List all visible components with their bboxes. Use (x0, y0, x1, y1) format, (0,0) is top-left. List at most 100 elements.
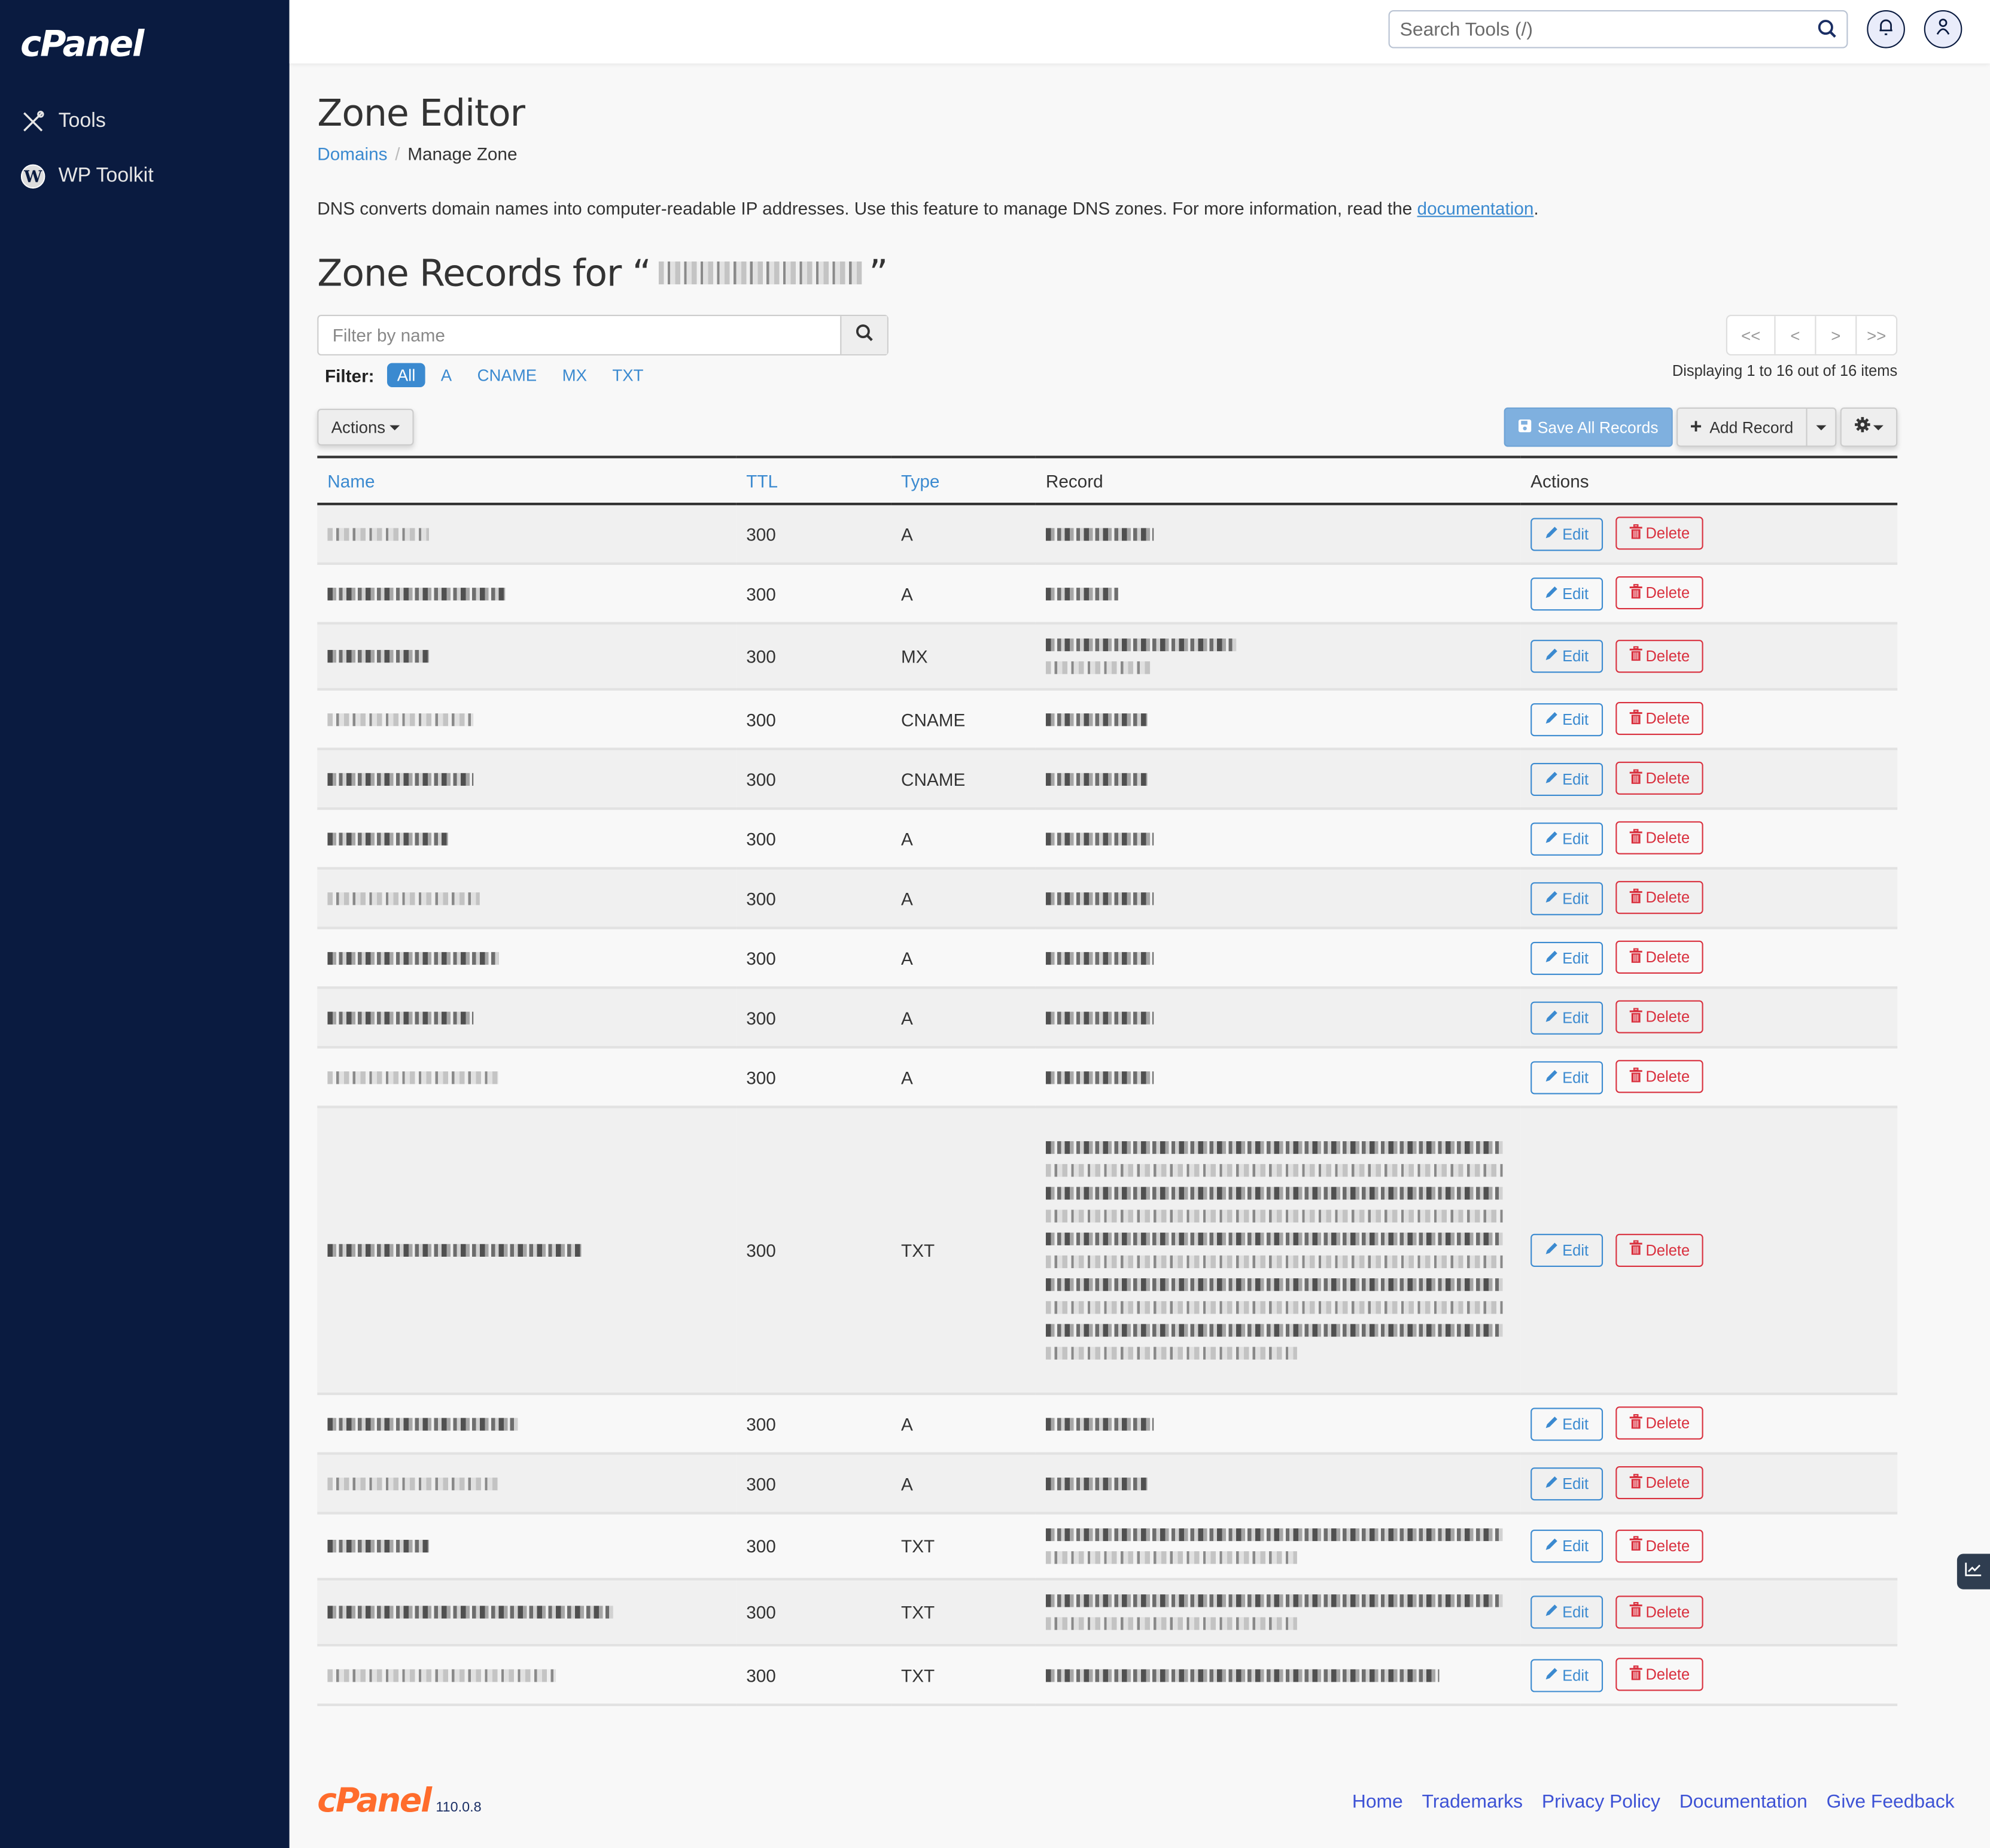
record-name-cell (317, 504, 737, 565)
edit-label: Edit (1562, 648, 1589, 666)
delete-label: Delete (1645, 769, 1690, 788)
filter-a[interactable]: A (431, 363, 462, 387)
edit-record-button[interactable]: Edit (1530, 1530, 1603, 1563)
trash-icon (1629, 646, 1642, 665)
record-type: MX (891, 623, 1036, 691)
redacted-text (1045, 587, 1118, 600)
edit-record-button[interactable]: Edit (1530, 640, 1603, 673)
footer-link-home[interactable]: Home (1352, 1791, 1403, 1813)
record-value-redacted (1045, 887, 1510, 910)
edit-record-button[interactable]: Edit (1530, 762, 1603, 796)
search-tools-input[interactable] (1389, 11, 1816, 47)
delete-record-button[interactable]: Delete (1615, 639, 1704, 673)
trash-icon (1629, 583, 1642, 603)
delete-record-button[interactable]: Delete (1615, 821, 1704, 855)
footer-link-give-feedback[interactable]: Give Feedback (1827, 1791, 1955, 1813)
actions-label: Actions (331, 417, 386, 437)
footer-link-documentation[interactable]: Documentation (1679, 1791, 1808, 1813)
add-record-button[interactable]: + Add Record (1677, 409, 1806, 446)
delete-record-button[interactable]: Delete (1615, 1658, 1704, 1691)
delete-record-button[interactable]: Delete (1615, 702, 1704, 735)
sidebar-item-tools[interactable]: Tools (20, 109, 106, 134)
delete-record-button[interactable]: Delete (1615, 1406, 1704, 1440)
record-ttl: 300 (736, 928, 891, 989)
edit-record-button[interactable]: Edit (1530, 1060, 1603, 1094)
pencil-icon (1545, 830, 1559, 848)
documentation-link[interactable]: documentation (1417, 198, 1534, 218)
save-all-records-button[interactable]: Save All Records (1504, 407, 1672, 447)
record-value-cell (1035, 1453, 1521, 1515)
delete-record-button[interactable]: Delete (1615, 1529, 1704, 1563)
user-menu-button[interactable] (1924, 10, 1962, 48)
search-icon[interactable] (1818, 19, 1837, 44)
edit-record-button[interactable]: Edit (1530, 1595, 1603, 1630)
next-page-button[interactable]: > (1815, 316, 1855, 354)
filter-cname[interactable]: CNAME (467, 363, 547, 387)
delete-record-button[interactable]: Delete (1615, 762, 1704, 795)
delete-record-button[interactable]: Delete (1615, 941, 1704, 974)
edit-record-button[interactable]: Edit (1530, 703, 1603, 736)
notifications-button[interactable] (1867, 10, 1905, 48)
filter-mx[interactable]: MX (552, 363, 597, 387)
first-page-button[interactable]: << (1727, 316, 1774, 354)
analytics-widget-button[interactable] (1956, 1554, 1990, 1589)
delete-label: Delete (1645, 1068, 1690, 1086)
edit-label: Edit (1562, 710, 1589, 729)
settings-dropdown-button[interactable] (1840, 407, 1898, 447)
record-type: A (891, 808, 1036, 870)
filter-search-button[interactable] (840, 316, 887, 354)
delete-record-button[interactable]: Delete (1615, 1001, 1704, 1034)
column-header-name[interactable]: Name (317, 455, 737, 506)
edit-label: Edit (1562, 1242, 1589, 1260)
edit-record-button[interactable]: Edit (1530, 941, 1603, 975)
footer-link-trademarks[interactable]: Trademarks (1422, 1791, 1523, 1813)
last-page-button[interactable]: >> (1855, 316, 1896, 354)
pencil-icon (1545, 1069, 1559, 1087)
edit-record-button[interactable]: Edit (1530, 1001, 1603, 1035)
delete-record-button[interactable]: Delete (1615, 1466, 1704, 1500)
edit-record-button[interactable]: Edit (1530, 1407, 1603, 1441)
delete-label: Delete (1645, 829, 1690, 847)
add-record-split-button: + Add Record (1676, 407, 1837, 447)
edit-label: Edit (1562, 949, 1589, 967)
filter-txt[interactable]: TXT (602, 363, 653, 387)
cpanel-logo[interactable]: cPanel (20, 23, 144, 65)
footer-link-privacy-policy[interactable]: Privacy Policy (1542, 1791, 1660, 1813)
delete-record-button[interactable]: Delete (1615, 576, 1704, 610)
filter-all[interactable]: All (387, 363, 426, 387)
actions-dropdown-button[interactable]: Actions (317, 409, 413, 446)
breadcrumb-domains[interactable]: Domains (317, 144, 387, 164)
delete-record-button[interactable]: Delete (1615, 1233, 1704, 1267)
edit-record-button[interactable]: Edit (1530, 517, 1603, 551)
delete-label: Delete (1645, 1008, 1690, 1026)
pencil-icon (1545, 1667, 1559, 1685)
redacted-text (1045, 951, 1154, 965)
save-all-records-label: Save All Records (1537, 418, 1659, 436)
zone-heading-suffix: ” (869, 251, 888, 295)
edit-record-button[interactable]: Edit (1530, 822, 1603, 856)
sidebar-item-label: WP Toolkit (58, 165, 154, 187)
table-row: 300 CNAME Edit Delete (317, 689, 1898, 750)
add-record-dropdown-toggle[interactable] (1806, 409, 1835, 446)
prev-page-button[interactable]: < (1774, 316, 1815, 354)
record-type: A (891, 987, 1036, 1049)
edit-label: Edit (1562, 525, 1589, 543)
column-header-type[interactable]: Type (891, 455, 1036, 506)
filter-by-name-input[interactable] (318, 316, 841, 354)
delete-record-button[interactable]: Delete (1615, 881, 1704, 914)
edit-record-button[interactable]: Edit (1530, 577, 1603, 610)
column-header-ttl[interactable]: TTL (736, 455, 891, 506)
edit-record-button[interactable]: Edit (1530, 1467, 1603, 1500)
delete-record-button[interactable]: Delete (1615, 1595, 1704, 1628)
record-type: TXT (891, 1513, 1036, 1580)
edit-record-button[interactable]: Edit (1530, 882, 1603, 915)
record-type: A (891, 1394, 1036, 1455)
record-type: CNAME (891, 749, 1036, 810)
delete-record-button[interactable]: Delete (1615, 516, 1704, 551)
edit-record-button[interactable]: Edit (1530, 1234, 1603, 1268)
edit-record-button[interactable]: Edit (1530, 1658, 1603, 1692)
record-actions-cell: Edit Delete (1520, 987, 1898, 1049)
sidebar-item-wp-toolkit[interactable]: W WP Toolkit (20, 164, 154, 189)
delete-record-button[interactable]: Delete (1615, 1060, 1704, 1093)
record-value-redacted (1045, 1472, 1510, 1495)
